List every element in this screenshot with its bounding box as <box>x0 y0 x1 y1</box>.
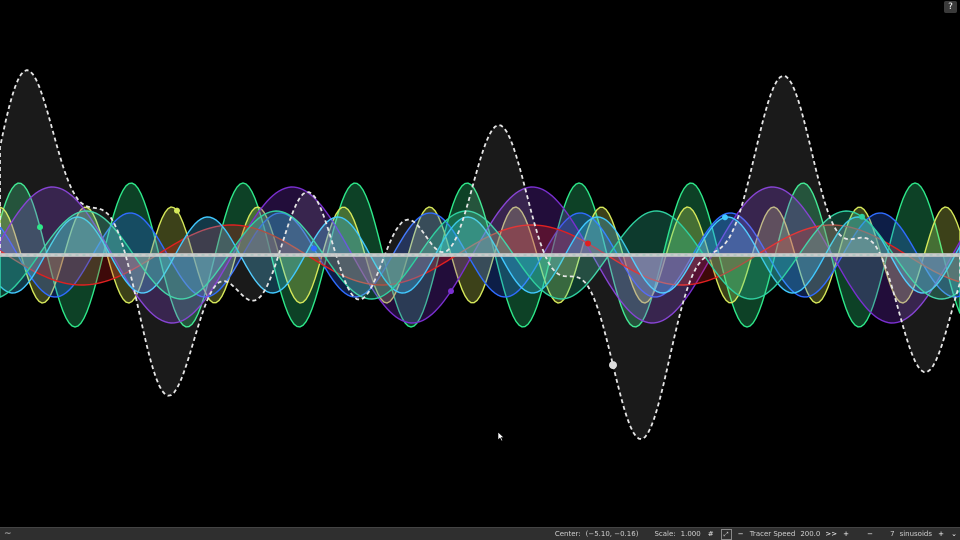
tracer-dot <box>311 245 317 252</box>
sinusoid-count: 7 <box>890 530 895 538</box>
tracer-dot <box>37 224 43 231</box>
waveform-canvas[interactable] <box>0 0 960 528</box>
scale-value: 1.000 <box>680 530 701 538</box>
grid-icon[interactable]: # <box>706 529 716 539</box>
tracer-dot <box>585 240 591 247</box>
tracer-dot <box>174 207 180 214</box>
center-label: Center: <box>554 530 581 538</box>
decrease-speed-button[interactable]: − <box>737 528 745 540</box>
increase-sinusoids-button[interactable]: + <box>937 528 945 540</box>
status-bar: ~ Center: (−5.10, −0.16) Scale: 1.000 # … <box>0 527 960 540</box>
sinusoids-label: sinusoids <box>899 530 932 538</box>
scale-label: Scale: <box>654 530 676 538</box>
increase-speed-button[interactable]: + <box>842 528 850 540</box>
wave-icon[interactable]: ~ <box>4 528 12 540</box>
chevron-down-icon[interactable]: ⌄ <box>950 528 958 540</box>
tracer-dot <box>859 213 865 220</box>
center-value: (−5.10, −0.16) <box>585 530 639 538</box>
tracer-dot <box>448 288 454 295</box>
help-button[interactable]: ? <box>944 1 957 13</box>
baseline-band <box>0 253 960 257</box>
fast-forward-button[interactable]: >> <box>825 528 837 540</box>
tracer-speed-label: Tracer Speed <box>749 530 796 538</box>
tracer-speed-value: 200.0 <box>800 530 821 538</box>
decrease-sinusoids-button[interactable]: − <box>866 528 874 540</box>
sum-tracer-dot <box>609 361 617 370</box>
tracer-icon[interactable]: ⤢ <box>720 528 732 540</box>
tracer-dot <box>722 214 728 221</box>
mouse-cursor-icon <box>498 432 505 442</box>
